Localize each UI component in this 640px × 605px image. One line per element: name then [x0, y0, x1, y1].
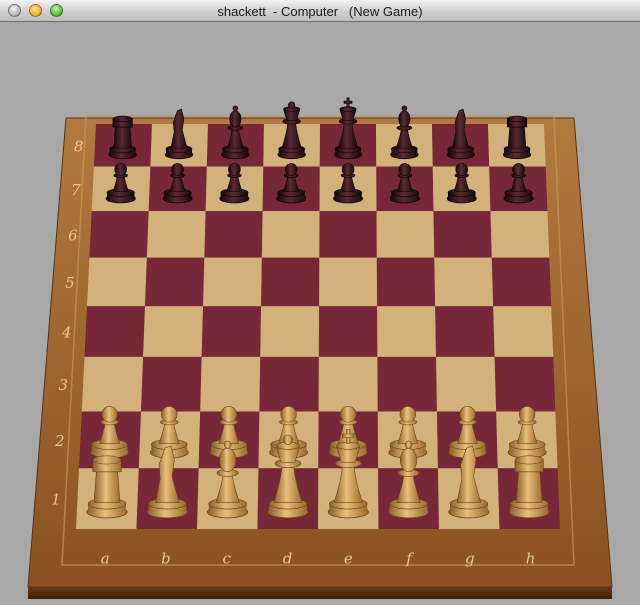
rank-label-4: 4 [61, 324, 72, 342]
square-a3[interactable] [81, 356, 144, 412]
chess-window: shackett - Computer (New Game) a b c d e… [0, 0, 640, 605]
file-label-d: d [283, 549, 293, 567]
square-f6[interactable] [376, 211, 435, 258]
square-g6[interactable] [433, 211, 492, 258]
square-e6[interactable] [319, 211, 377, 258]
square-c4[interactable] [201, 306, 262, 357]
square-f3[interactable] [377, 356, 437, 412]
square-d5[interactable] [261, 257, 320, 307]
game-viewport[interactable]: abcdefgh12345678 [0, 22, 640, 605]
square-e4[interactable] [318, 306, 378, 357]
square-b5[interactable] [145, 257, 205, 307]
rank-label-6: 6 [68, 226, 78, 244]
square-a6[interactable] [89, 211, 149, 258]
square-c6[interactable] [204, 211, 263, 258]
square-h6[interactable] [490, 211, 550, 258]
square-a5[interactable] [87, 257, 147, 307]
square-f5[interactable] [376, 257, 436, 307]
square-b4[interactable] [143, 306, 204, 357]
square-g4[interactable] [435, 306, 495, 357]
square-h3[interactable] [494, 356, 556, 412]
file-label-a: a [101, 549, 110, 567]
title-bar[interactable]: shackett - Computer (New Game) [0, 0, 640, 22]
square-a4[interactable] [84, 306, 146, 357]
square-c5[interactable] [203, 257, 262, 307]
file-label-g: g [465, 549, 475, 567]
square-h5[interactable] [491, 257, 552, 307]
chess-board-scene[interactable]: a b c d e f g h12345678 [0, 22, 640, 605]
square-e5[interactable] [319, 257, 378, 307]
rank-label-3: 3 [59, 376, 69, 394]
file-label-h: h [526, 549, 536, 567]
rank-label-8: 8 [74, 137, 84, 155]
window-title: shackett - Computer (New Game) [217, 4, 423, 19]
rank-label-1: 1 [51, 491, 61, 509]
file-label-c: c [223, 549, 232, 567]
square-d6[interactable] [261, 211, 320, 258]
square-h4[interactable] [493, 306, 554, 357]
file-label-e: e [344, 549, 353, 567]
square-d4[interactable] [260, 306, 320, 357]
square-g5[interactable] [434, 257, 494, 307]
file-label-b: b [161, 549, 171, 567]
rank-label-5: 5 [65, 274, 75, 292]
square-d3[interactable] [259, 356, 319, 412]
square-f4[interactable] [377, 306, 437, 357]
square-b3[interactable] [140, 356, 202, 412]
square-b6[interactable] [146, 211, 206, 258]
square-c3[interactable] [200, 356, 261, 412]
square-g3[interactable] [436, 356, 497, 412]
board-frame-front [28, 587, 612, 599]
square-e3[interactable] [318, 356, 378, 412]
rank-label-2: 2 [54, 432, 65, 450]
rank-label-7: 7 [71, 181, 81, 199]
